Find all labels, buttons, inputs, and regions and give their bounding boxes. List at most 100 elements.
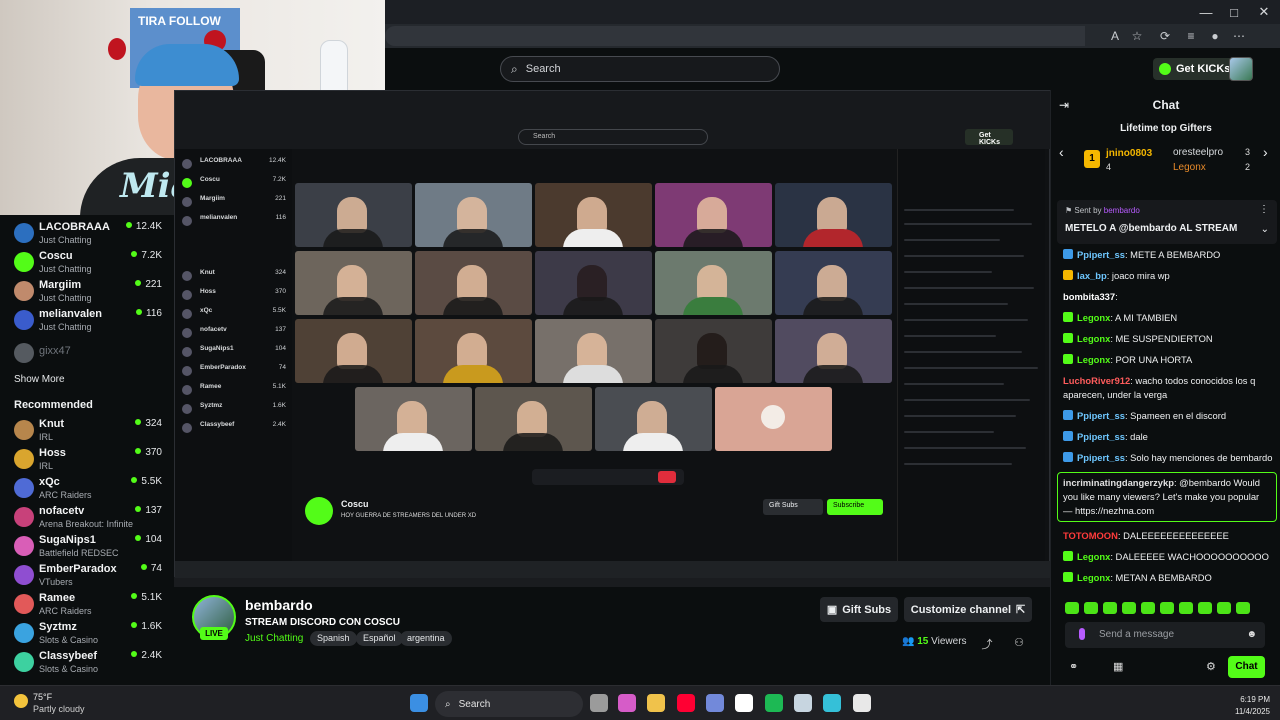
sidebar-channel-knut[interactable]: Knut IRL 324 (12, 416, 168, 445)
external-link-icon: ⇱ (1016, 604, 1026, 616)
minimize-button[interactable]: — (1192, 2, 1220, 22)
emote-icon[interactable] (1122, 602, 1136, 614)
chat-username[interactable]: lax_bp (1077, 270, 1107, 281)
sidebar-channel-hoss[interactable]: Hoss IRL 370 (12, 445, 168, 474)
emote-icon[interactable] (1141, 602, 1155, 614)
sidebar-channel-classybeef[interactable]: Classybeef Slots & Casino 2.4K (12, 648, 168, 677)
chat-username[interactable]: Ppipert_ss (1077, 249, 1125, 260)
chat-username[interactable]: TOTOMOON (1063, 530, 1118, 541)
copilot-icon[interactable] (618, 694, 636, 712)
chat-username[interactable]: LuchoRiver912 (1063, 375, 1130, 386)
tag-argentina[interactable]: argentina (400, 631, 452, 646)
edge-browser-icon[interactable] (823, 694, 841, 712)
sidebar-channel-margiim[interactable]: Margiim Just Chatting 221 (12, 277, 168, 306)
spotify-icon[interactable] (765, 694, 783, 712)
send-chat-button[interactable]: Chat (1228, 656, 1265, 678)
sidebar-channel-emberparadox[interactable]: EmberParadox VTubers 74 (12, 561, 168, 590)
pinned-more-icon[interactable]: ⋮ (1259, 204, 1269, 215)
search-input[interactable]: ⌕ Search (500, 56, 780, 82)
emote-icon[interactable] (1103, 602, 1117, 614)
chat-username[interactable]: Ppipert_ss (1077, 410, 1125, 421)
gift-subs-button[interactable]: ▣ Gift Subs (820, 597, 898, 622)
sidebar-channel-melianvalen[interactable]: melianvalen Just Chatting 116 (12, 306, 168, 335)
chat-username[interactable]: Legonx (1077, 354, 1110, 365)
store-icon[interactable]: ▦ (1113, 660, 1123, 673)
system-clock[interactable]: 6:19 PM 11/4/2025 (1226, 694, 1270, 718)
customize-channel-button[interactable]: Customize channel ⇱ (904, 597, 1032, 622)
tag-spanish[interactable]: Spanish (310, 631, 357, 646)
send-message-input[interactable]: Send a message ☻ (1065, 622, 1265, 648)
obs-icon[interactable] (853, 694, 871, 712)
pinned-expand-icon[interactable]: ⌄ (1261, 224, 1269, 235)
video-player[interactable]: Search Get KICKs LACOBRAAA 12.4K Coscu 7.2… (174, 90, 1050, 587)
capcut-icon[interactable] (735, 694, 753, 712)
gifter-name[interactable]: oresteelpro (1173, 147, 1223, 158)
gifters-prev-icon[interactable]: ‹ (1059, 144, 1064, 160)
read-aloud-icon[interactable]: A (1107, 28, 1123, 44)
favorite-star-icon[interactable]: ☆ (1129, 28, 1145, 44)
share-icon[interactable]: ⤴ (980, 636, 994, 651)
chat-username[interactable]: Ppipert_ss (1077, 431, 1125, 442)
sidebar-channel-nofacetv[interactable]: nofacetv Arena Breakout: Infinite 137 (12, 503, 168, 532)
show-more-link[interactable]: Show More (14, 374, 65, 385)
more-options-icon[interactable]: ⋯ (1231, 28, 1247, 44)
refresh-icon[interactable]: ⟳ (1157, 28, 1173, 44)
video-tile (775, 319, 892, 383)
taskbar-search[interactable]: ⌕ Search (435, 691, 583, 717)
chat-username[interactable]: Ppipert_ss (1077, 452, 1125, 463)
user-avatar[interactable] (1229, 57, 1253, 81)
search-icon: ⌕ (445, 698, 451, 710)
viewer-count: 104 (135, 534, 162, 545)
stream-category-link[interactable]: Just Chatting (245, 633, 303, 644)
close-window-button[interactable]: ✕ (1250, 2, 1278, 22)
url-field[interactable] (385, 26, 1085, 46)
sidebar-channel-lacobraaa[interactable]: LACOBRAAA Just Chatting 12.4K (12, 219, 168, 248)
profile-icon[interactable]: ● (1207, 28, 1223, 44)
gifter-name[interactable]: Legonx (1173, 162, 1206, 173)
emote-icon[interactable] (1217, 602, 1231, 614)
clock-date: 11/4/2025 (1235, 707, 1270, 716)
discord-icon[interactable] (706, 694, 724, 712)
tag-espanol[interactable]: Español (356, 631, 403, 646)
chat-username[interactable]: bombita337 (1063, 291, 1115, 302)
start-windows-icon[interactable] (410, 694, 428, 712)
sidebar-channel-syztmz[interactable]: Syztmz Slots & Casino 1.6K (12, 619, 168, 648)
chat-username[interactable]: Legonx (1077, 572, 1110, 583)
video-tile (355, 387, 472, 451)
emote-icon[interactable] (1179, 602, 1193, 614)
steam-icon[interactable] (794, 694, 812, 712)
add-user-icon[interactable]: ⚇ (1012, 636, 1026, 650)
task-view-icon[interactable] (590, 694, 608, 712)
chat-username[interactable]: incriminatingdangerzykp (1063, 477, 1174, 488)
gifters-next-icon[interactable]: › (1263, 144, 1268, 160)
sidebar-channel-xqc[interactable]: xQc ARC Raiders 5.5K (12, 474, 168, 503)
chat-message: Ppipert_ss: METE A BEMBARDO (1063, 248, 1273, 262)
emote-icon[interactable] (1198, 602, 1212, 614)
sidebar-channel-suganips1[interactable]: SugaNips1 Battlefield REDSEC 104 (12, 532, 168, 561)
emoji-picker-icon[interactable]: ☻ (1246, 629, 1257, 640)
collections-icon[interactable]: ≡ (1183, 28, 1199, 44)
get-kicks-button[interactable]: Get KICKs (1153, 58, 1237, 80)
video-tile (535, 183, 652, 247)
emote-icon[interactable] (1065, 602, 1079, 614)
file-explorer-icon[interactable] (647, 694, 665, 712)
chat-username[interactable]: Legonx (1077, 551, 1110, 562)
emote-icon[interactable] (1236, 602, 1250, 614)
youtube-icon[interactable] (677, 694, 695, 712)
maximize-button[interactable]: □ (1220, 2, 1248, 22)
live-badge: LIVE (200, 627, 228, 640)
emote-icon[interactable] (1160, 602, 1174, 614)
chat-username[interactable]: Legonx (1077, 312, 1110, 323)
chat-message: Ppipert_ss: Spameen en el discord (1063, 409, 1273, 423)
emote-icon[interactable] (1084, 602, 1098, 614)
chat-username[interactable]: Legonx (1077, 333, 1110, 344)
chat-settings-icon[interactable]: ⚙ (1206, 660, 1216, 673)
sidebar-channel-coscu[interactable]: Coscu Just Chatting 7.2K (12, 248, 168, 277)
video-tile-avatar (715, 387, 832, 451)
chat-message: lax_bp: joaco mira wp (1063, 269, 1273, 283)
chat-actions-icon[interactable]: ⚭ (1069, 660, 1078, 673)
sidebar-channel-ramee[interactable]: Ramee ARC Raiders 5.1K (12, 590, 168, 619)
gifter-name[interactable]: jnino0803 (1106, 148, 1152, 159)
sidebar-channel-gixx47[interactable]: gixx47 (12, 339, 168, 368)
streamer-name[interactable]: bembardo (245, 597, 313, 613)
